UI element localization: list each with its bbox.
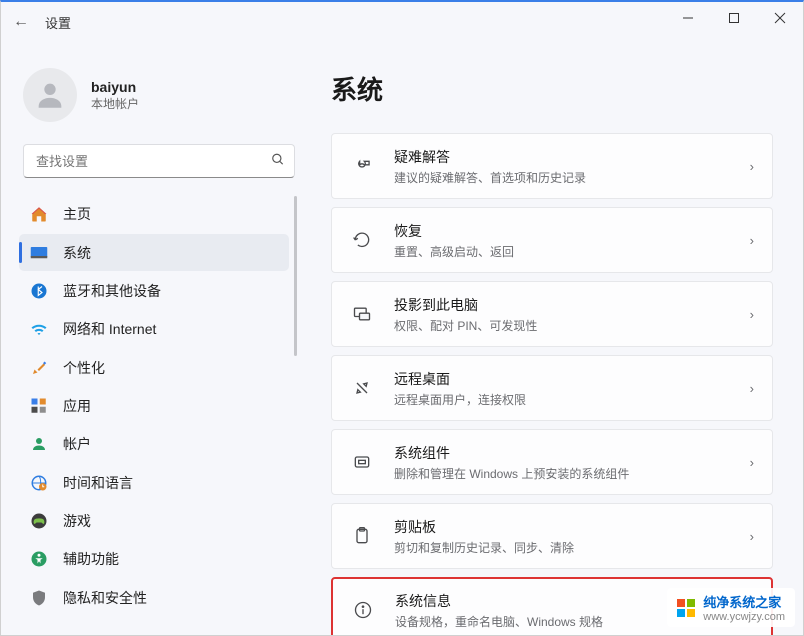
card-system-components[interactable]: 系统组件删除和管理在 Windows 上预安装的系统组件 › [331,429,773,495]
card-sub: 剪切和复制历史记录、同步、清除 [394,539,750,556]
card-sub: 建议的疑难解答、首选项和历史记录 [394,169,750,186]
card-sub: 远程桌面用户，连接权限 [394,391,750,408]
account-type: 本地帐户 [91,95,139,112]
sidebar-item-label: 帐户 [63,434,91,454]
chevron-right-icon: › [750,529,754,544]
avatar [23,68,77,122]
card-title: 剪贴板 [394,517,750,537]
sidebar-item-apps[interactable]: 应用 [19,388,289,424]
sidebar-item-label: 应用 [63,396,91,416]
page-title: 系统 [331,70,773,107]
wifi-icon [29,319,49,339]
user-profile[interactable]: baiyun 本地帐户 [19,62,299,144]
search-icon[interactable] [271,153,285,170]
sidebar-item-label: 时间和语言 [63,473,133,493]
sidebar-item-privacy[interactable]: 隐私和安全性 [19,580,289,616]
sidebar-item-bluetooth[interactable]: 蓝牙和其他设备 [19,273,289,309]
close-button[interactable] [757,2,803,34]
globe-clock-icon [29,473,49,493]
project-icon [350,302,374,326]
card-sub: 删除和管理在 Windows 上预安装的系统组件 [394,465,750,482]
card-title: 系统组件 [394,443,750,463]
sidebar-item-label: 网络和 Internet [63,319,156,339]
recovery-icon [350,228,374,252]
accessibility-icon [29,549,49,569]
sidebar-item-label: 辅助功能 [63,549,119,569]
maximize-button[interactable] [711,2,757,34]
components-icon [350,450,374,474]
card-recovery[interactable]: 恢复重置、高级启动、返回 › [331,207,773,273]
sidebar-item-label: 系统 [63,243,91,263]
card-title: 投影到此电脑 [394,295,750,315]
sidebar-item-label: 游戏 [63,511,91,531]
bluetooth-icon [29,281,49,301]
sidebar-item-time[interactable]: 时间和语言 [19,465,289,501]
card-sub: 重置、高级启动、返回 [394,243,750,260]
sidebar-item-accounts[interactable]: 帐户 [19,426,289,462]
chevron-right-icon: › [750,455,754,470]
person-icon [29,434,49,454]
watermark-url: www.ycwjzy.com [703,611,785,623]
system-icon [29,243,49,263]
sidebar-item-label: 蓝牙和其他设备 [63,281,161,301]
back-button[interactable]: ← [7,8,35,36]
sidebar-item-system[interactable]: 系统 [19,234,289,270]
sidebar-item-label: 主页 [63,204,91,224]
watermark-brand: 纯净系统之家 [703,592,785,611]
card-title: 远程桌面 [394,369,750,389]
nav-list: 主页 系统 蓝牙和其他设备 网络和 Internet 个性化 [19,196,299,616]
card-remote-desktop[interactable]: 远程桌面远程桌面用户，连接权限 › [331,355,773,421]
sidebar-item-label: 隐私和安全性 [63,588,147,608]
brush-icon [29,358,49,378]
card-troubleshoot[interactable]: 疑难解答建议的疑难解答、首选项和历史记录 › [331,133,773,199]
card-projecting[interactable]: 投影到此电脑权限、配对 PIN、可发现性 › [331,281,773,347]
chevron-right-icon: › [750,159,754,174]
card-clipboard[interactable]: 剪贴板剪切和复制历史记录、同步、清除 › [331,503,773,569]
minimize-button[interactable] [665,2,711,34]
shield-icon [29,588,49,608]
clipboard-icon [350,524,374,548]
scrollbar[interactable] [294,196,297,356]
sidebar-item-label: 个性化 [63,358,105,378]
home-icon [29,204,49,224]
card-title: 恢复 [394,221,750,241]
sidebar-item-personalization[interactable]: 个性化 [19,349,289,385]
chevron-right-icon: › [750,307,754,322]
card-sub: 权限、配对 PIN、可发现性 [394,317,750,334]
sidebar-item-accessibility[interactable]: 辅助功能 [19,541,289,577]
chevron-right-icon: › [750,233,754,248]
remote-icon [350,376,374,400]
user-name: baiyun [91,79,139,95]
card-title: 疑难解答 [394,147,750,167]
window-title: 设置 [45,13,71,32]
sidebar-item-home[interactable]: 主页 [19,196,289,232]
watermark: 纯净系统之家 www.ycwjzy.com [667,588,795,627]
wrench-icon [350,154,374,178]
chevron-right-icon: › [750,381,754,396]
sidebar-item-network[interactable]: 网络和 Internet [19,311,289,347]
apps-icon [29,396,49,416]
sidebar-item-gaming[interactable]: 游戏 [19,503,289,539]
windows-logo-icon [677,599,695,617]
gaming-icon [29,511,49,531]
info-icon [351,598,375,622]
search-input[interactable] [23,144,295,178]
